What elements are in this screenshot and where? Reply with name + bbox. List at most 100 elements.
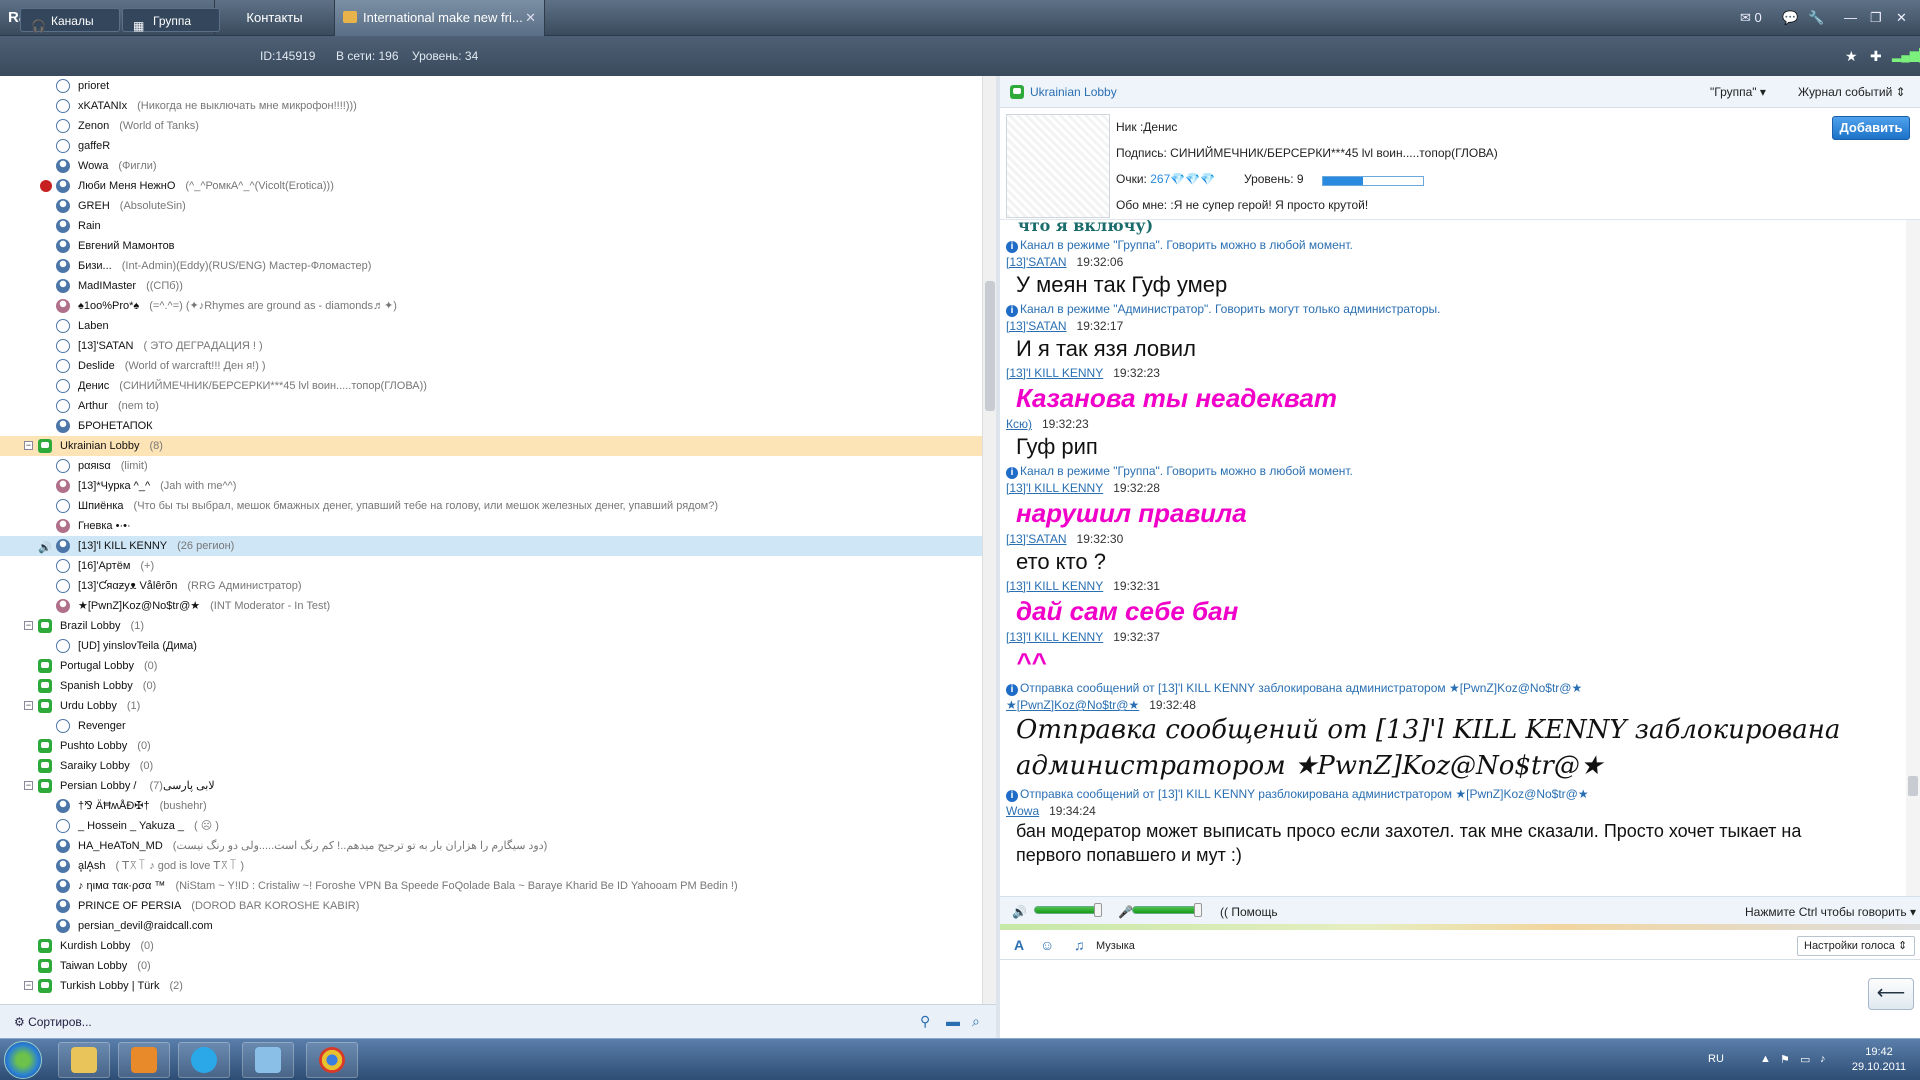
tab-contacts[interactable]: Контакты [215,0,335,36]
user-row[interactable]: ḁlḀsh ( ꓔ꓃꓄ ♪ god is love ꓔ꓃꓄ ) [0,856,996,876]
help-button[interactable]: (( Помощь [1220,905,1278,919]
voice-settings-select[interactable]: Настройки голоса ⇕ [1797,936,1915,956]
user-row[interactable]: Гневка •·•· [0,516,996,536]
media-taskbar-button[interactable] [118,1042,170,1078]
star-icon[interactable]: ★ [1845,48,1858,65]
user-row[interactable]: PRINCE OF PERSIA (DOROD BAR KOROSHE KABIR… [0,896,996,916]
speaker-volume-slider[interactable] [1034,906,1100,914]
collapse-toggle-icon[interactable]: − [24,441,33,450]
start-button[interactable] [4,1041,42,1079]
message-author[interactable]: Wowa [1006,804,1039,818]
language-indicator[interactable]: RU [1708,1053,1724,1065]
user-row[interactable]: Бизи... (Int-Admin)(Eddy)(RUS/ENG) Мастер… [0,256,996,276]
user-row[interactable]: Laben [0,316,996,336]
collapse-toggle-icon[interactable]: − [24,781,33,790]
tray-expand-icon[interactable]: ▲ [1760,1053,1771,1065]
channel-row[interactable]: Spanish Lobby (0) [0,676,996,696]
chat-icon[interactable]: 💬 [1782,10,1798,26]
user-row[interactable]: GREH (AbsoluteSin) [0,196,996,216]
volume-icon[interactable]: ♪ [1820,1053,1826,1065]
event-log-select[interactable]: Журнал событий ⇕ [1798,85,1906,99]
bookmark-icon[interactable]: ✚ [1870,48,1882,65]
user-row[interactable]: HA_HeAToN_MD (دود سیگارم را هزاران بار به… [0,836,996,856]
tree-scroll-thumb[interactable] [985,281,995,411]
explorer-taskbar-button[interactable] [58,1042,110,1078]
user-row[interactable]: Евгений Мамонтов [0,236,996,256]
chat-scrollbar[interactable] [1906,220,1920,896]
user-row[interactable]: ★[PwnZ]Koz@No$tr@★ (INT Moderator - In Te… [0,596,996,616]
flag-icon[interactable]: ⚑ [1780,1053,1790,1066]
user-row[interactable]: Rain [0,216,996,236]
channel-row[interactable]: Pushto Lobby (0) [0,736,996,756]
user-row[interactable]: ♠1oo%Pro*♠ (=^.^=) (✦♪Rhymes are ground a… [0,296,996,316]
music-label[interactable]: Музыка [1096,940,1135,952]
message-author[interactable]: ★[PwnZ]Koz@No$tr@★ [1006,698,1139,712]
collapse-icon[interactable]: ▬ [946,1013,960,1029]
channel-row[interactable]: − Ukrainian Lobby (8) [0,436,996,456]
user-row[interactable]: 🔊 [13]'l KILL KENNY (26 регион) [0,536,996,556]
search-icon[interactable]: ⌕ [972,1013,980,1030]
maximize-icon[interactable]: ❐ [1870,10,1882,26]
channels-button[interactable]: 🎧 Каналы [20,8,120,33]
chat-scroll-thumb[interactable] [1908,776,1918,796]
channel-row[interactable]: − Brazil Lobby (1) [0,616,996,636]
message-author[interactable]: [13]'l KILL KENNY [1006,366,1103,380]
user-row[interactable]: Шпиёнка (Что бы ты выбрал, мешок бмажных … [0,496,996,516]
network-icon[interactable]: ▭ [1800,1053,1810,1066]
clock[interactable]: 19:42 29.10.2011 [1842,1045,1916,1075]
message-author[interactable]: Ксю) [1006,417,1032,431]
message-author[interactable]: [13]'SATAN [1006,319,1067,333]
channel-row[interactable]: Portugal Lobby (0) [0,656,996,676]
chrome-taskbar-button[interactable] [306,1042,358,1078]
user-row[interactable]: prioret [0,76,996,96]
user-row[interactable]: Revenger [0,716,996,736]
user-row[interactable]: Zenon (World of Tanks) [0,116,996,136]
user-row[interactable]: [13]*Чурка ^_^ (Jah with me^^) [0,476,996,496]
user-row[interactable]: БРОНЕТАПОК [0,416,996,436]
message-author[interactable]: [13]'l KILL KENNY [1006,481,1103,495]
user-row[interactable]: Люби Меня НежнО (^_^РомкА^_^(Vicolt(Eroti… [0,176,996,196]
mail-icon[interactable]: ✉ 0 [1740,10,1762,26]
mode-select[interactable]: "Группа" ▾ [1710,85,1766,99]
raidcall-taskbar-button[interactable] [242,1042,294,1078]
user-row[interactable]: Arthur (nem to) [0,396,996,416]
user-row[interactable]: ♪ ηιмα тαк·ρσα ™ (NiStam ~ Y!ID : Cristal… [0,876,996,896]
tree-scrollbar[interactable] [982,76,996,1004]
channel-row[interactable]: − Turkish Lobby | Türk (2) [0,976,996,996]
user-row[interactable]: Денис (СИНИЙМЕЧНИК/БЕРСЕРКИ***45 lvl воин… [0,376,996,396]
user-row[interactable]: Wowa (Фигли) [0,156,996,176]
channel-row[interactable]: − Urdu Lobby (1) [0,696,996,716]
location-icon[interactable]: ⚲ [920,1013,930,1030]
send-button[interactable]: ⟵ [1868,978,1914,1010]
speaker-volume-knob[interactable] [1094,903,1102,917]
group-button[interactable]: ▦ Группа [122,8,220,33]
tab-channel[interactable]: International make new fri... ✕ [335,0,545,36]
user-row[interactable]: †⅋ ÄĦʍÅĐ✠† (bushehr) [0,796,996,816]
collapse-toggle-icon[interactable]: − [24,701,33,710]
mic-volume-slider[interactable] [1132,906,1198,914]
speaker-icon[interactable]: 🔊 [1012,905,1027,919]
user-row[interactable]: xKATANIx (Никогда не выключать мне микроф… [0,96,996,116]
user-row[interactable]: MadIMaster ((СПб)) [0,276,996,296]
user-row[interactable]: Deslide (World of warcraft!!! Ден я!) ) [0,356,996,376]
message-author[interactable]: [13]'l KILL KENNY [1006,579,1103,593]
user-row[interactable]: [UD] yinslovTeila (Дима) [0,636,996,656]
channel-row[interactable]: Saraiky Lobby (0) [0,756,996,776]
user-row[interactable]: gaffeR [0,136,996,156]
message-author[interactable]: [13]'SATAN [1006,255,1067,269]
channel-row[interactable]: Taiwan Lobby (0) [0,956,996,976]
sort-button[interactable]: ⚙ Сортиров... [14,1015,92,1029]
chat-input[interactable] [1000,960,1920,1038]
channel-row[interactable]: − Persian Lobby / لابی پارسی(7) [0,776,996,796]
emoji-icon[interactable]: ☺ [1040,937,1054,953]
font-icon[interactable]: A [1014,937,1024,953]
music-icon[interactable]: ♫ [1074,937,1085,953]
user-row[interactable]: рαяιѕα (limit) [0,456,996,476]
user-row[interactable]: persian_devil@raidcall.com [0,916,996,936]
user-row[interactable]: [13]'SATAN ( ЭТО ДЕГРАДАЦИЯ ! ) [0,336,996,356]
add-friend-button[interactable]: Добавить [1832,116,1910,140]
push-to-talk-select[interactable]: Нажмите Ctrl чтобы говорить ▾ [1745,905,1916,919]
close-icon[interactable]: ✕ [525,0,536,36]
mic-volume-knob[interactable] [1194,903,1202,917]
close-window-icon[interactable]: ✕ [1896,10,1907,26]
